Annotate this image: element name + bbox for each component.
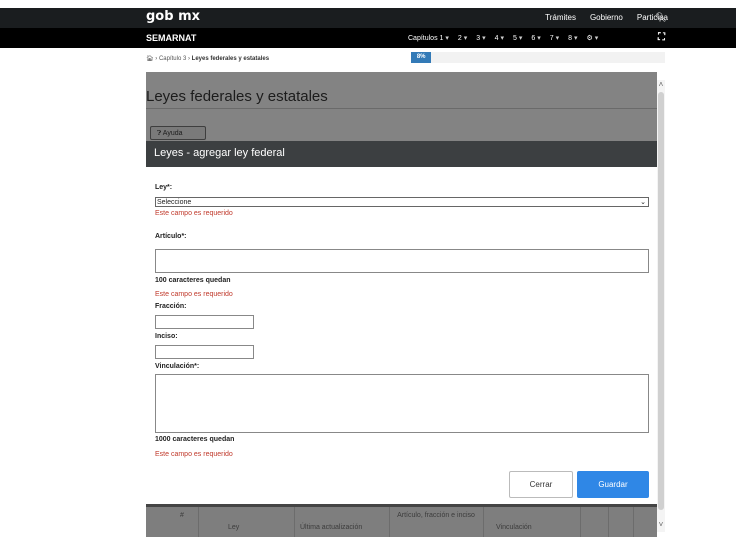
- chevron-down-icon: ▾: [482, 35, 486, 42]
- link-tramites[interactable]: Trámites: [545, 13, 576, 22]
- articulo-error: Este campo es requerido: [155, 291, 233, 298]
- menu-chapter-6[interactable]: 6 ▾: [531, 34, 540, 42]
- table-header-updated[interactable]: Última actualización: [300, 524, 362, 531]
- chevron-down-icon: ▾: [500, 35, 505, 42]
- dialog-header: Leyes - agregar ley federal: [146, 141, 657, 167]
- fraccion-label: Fracción:: [155, 303, 187, 310]
- inciso-input[interactable]: [155, 345, 254, 359]
- scroll-thumb[interactable]: [658, 92, 664, 510]
- chevron-down-icon: ⌄: [640, 199, 646, 206]
- table-header-article[interactable]: Artículo, fracción e inciso: [395, 512, 477, 519]
- gob-logo[interactable]: gob mx: [146, 9, 200, 24]
- gob-links: Trámites Gobierno Participa: [545, 13, 668, 22]
- menu-chapter-4[interactable]: 4 ▾: [495, 34, 504, 42]
- close-button[interactable]: Cerrar: [509, 471, 573, 498]
- help-button[interactable]: ❓︎ Ayuda: [150, 126, 206, 140]
- chevron-down-icon: ▾: [574, 35, 578, 42]
- semarnat-brand[interactable]: SEMARNAT: [146, 33, 196, 43]
- fraccion-input[interactable]: [155, 315, 254, 329]
- progress-bar: 8%: [411, 52, 665, 63]
- gear-icon[interactable]: ⚙ ▾: [587, 34, 599, 42]
- scroll-up-icon[interactable]: ˄: [657, 80, 665, 89]
- menu-chapter-5[interactable]: 5 ▾: [513, 34, 522, 42]
- menu-chapters[interactable]: Capítulos 1 ▾: [408, 34, 449, 42]
- scroll-down-icon[interactable]: ˅: [657, 520, 665, 529]
- progress-fill: 8%: [411, 52, 432, 63]
- column-divider: [294, 506, 295, 537]
- menu-chapter-8[interactable]: 8 ▾: [568, 34, 577, 42]
- column-divider: [633, 506, 634, 537]
- table-header-number[interactable]: #: [180, 512, 184, 519]
- semarnat-bar: SEMARNAT Capítulos 1 ▾ 2 ▾ 3 ▾ 4 ▾ 5 ▾ 6…: [0, 28, 736, 48]
- articulo-counter: 100 caracteres quedan: [155, 277, 231, 284]
- table-header-vinculacion[interactable]: Vinculación: [496, 524, 532, 531]
- vinculacion-textarea[interactable]: [155, 374, 649, 433]
- breadcrumb-parent[interactable]: Capítulo 3: [159, 56, 186, 62]
- menu-chapter-2[interactable]: 2 ▾: [458, 34, 467, 42]
- ley-label: Ley*:: [155, 184, 173, 191]
- chevron-down-icon: ▾: [555, 35, 560, 42]
- column-divider: [389, 506, 390, 537]
- page-scrollbar[interactable]: ˄ ˅: [657, 80, 665, 532]
- search-icon[interactable]: 🔍︎: [655, 12, 666, 23]
- menu-chapter-3[interactable]: 3 ▾: [476, 34, 485, 42]
- dialog-title: Leyes - agregar ley federal: [154, 147, 285, 159]
- column-divider: [608, 506, 609, 537]
- page-title: Leyes federales y estatales: [146, 88, 328, 105]
- articulo-input[interactable]: [155, 249, 649, 273]
- vinculacion-counter: 1000 caracteres quedan: [155, 436, 235, 443]
- save-button[interactable]: Guardar: [577, 471, 649, 498]
- column-divider: [580, 506, 581, 537]
- vinculacion-label: Vinculación*:: [155, 363, 200, 370]
- chevron-down-icon: ▾: [518, 35, 523, 42]
- table-header-ley[interactable]: Ley: [228, 524, 239, 531]
- chevron-down-icon: ▾: [463, 35, 468, 42]
- chevron-down-icon: ▾: [537, 35, 541, 42]
- articulo-label: Artículo*:: [155, 233, 187, 240]
- chevron-down-icon: ▾: [445, 35, 449, 42]
- title-divider: [146, 108, 657, 109]
- link-gobierno[interactable]: Gobierno: [590, 13, 623, 22]
- gob-top-bar: gob mx Trámites Gobierno Participa 🔍︎: [0, 8, 736, 28]
- ley-select[interactable]: Seleccione ⌄: [155, 197, 649, 207]
- add-federal-law-dialog: Leyes - agregar ley federal Ley*: Selecc…: [146, 141, 657, 507]
- vinculacion-error: Este campo es requerido: [155, 451, 233, 458]
- breadcrumb-current: Leyes federales y estatales: [191, 56, 270, 62]
- ley-error: Este campo es requerido: [155, 210, 233, 217]
- inciso-label: Inciso:: [155, 333, 178, 340]
- expand-icon[interactable]: ⛶: [658, 32, 665, 43]
- column-divider: [198, 506, 199, 537]
- column-divider: [483, 506, 484, 537]
- menu-chapter-7[interactable]: 7 ▾: [550, 34, 559, 42]
- home-icon[interactable]: 🏠︎: [146, 56, 154, 62]
- laws-table-header: # Ley Última actualización Artículo, fra…: [146, 504, 657, 537]
- chapter-menu: Capítulos 1 ▾ 2 ▾ 3 ▾ 4 ▾ 5 ▾ 6 ▾ 7 ▾ 8 …: [408, 34, 598, 42]
- question-icon: ❓︎: [157, 130, 162, 137]
- breadcrumb: 🏠︎ › Capítulo 3 › Leyes federales y esta…: [146, 56, 270, 62]
